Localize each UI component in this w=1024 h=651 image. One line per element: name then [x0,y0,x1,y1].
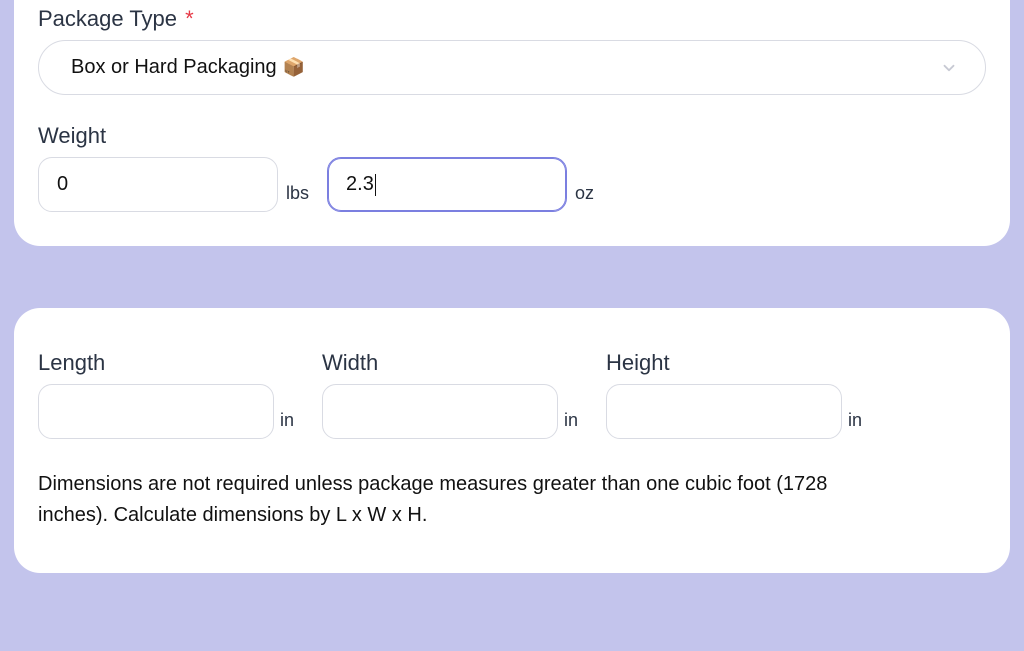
width-label: Width [322,350,588,376]
card-gap [0,246,1024,308]
height-input[interactable] [606,384,842,439]
height-group: Height in [606,350,872,439]
required-asterisk: * [185,6,194,31]
dimensions-card: Length in Width in Height in Dimensions … [14,308,1010,573]
package-type-select[interactable]: Box or Hard Packaging 📦 [38,40,986,95]
text-cursor [375,174,376,196]
length-wrap: in [38,384,304,439]
weight-oz-unit: oz [575,183,604,212]
length-group: Length in [38,350,304,439]
weight-row: lbs 2.3 oz [38,157,986,212]
package-type-label: Package Type * [38,6,986,32]
package-card: Package Type * Box or Hard Packaging 📦 W… [14,0,1010,246]
package-type-label-text: Package Type [38,6,177,31]
width-group: Width in [322,350,588,439]
height-wrap: in [606,384,872,439]
weight-section: Weight lbs 2.3 oz [38,123,986,212]
dimensions-row: Length in Width in Height in [38,350,986,439]
width-input[interactable] [322,384,558,439]
package-type-select-wrap: Box or Hard Packaging 📦 [38,40,986,95]
package-icon: 📦 [283,57,305,78]
height-label: Height [606,350,872,376]
weight-lbs-input[interactable] [38,157,278,212]
length-unit: in [280,410,304,439]
dimensions-hint: Dimensions are not required unless packa… [38,469,858,531]
width-unit: in [564,410,588,439]
weight-label: Weight [38,123,986,149]
package-type-selected-text: Box or Hard Packaging [71,56,277,79]
width-wrap: in [322,384,588,439]
height-unit: in [848,410,872,439]
weight-oz-input[interactable]: 2.3 [327,157,567,212]
length-label: Length [38,350,304,376]
length-input[interactable] [38,384,274,439]
weight-lbs-unit: lbs [286,183,319,212]
weight-oz-value: 2.3 [346,173,374,196]
